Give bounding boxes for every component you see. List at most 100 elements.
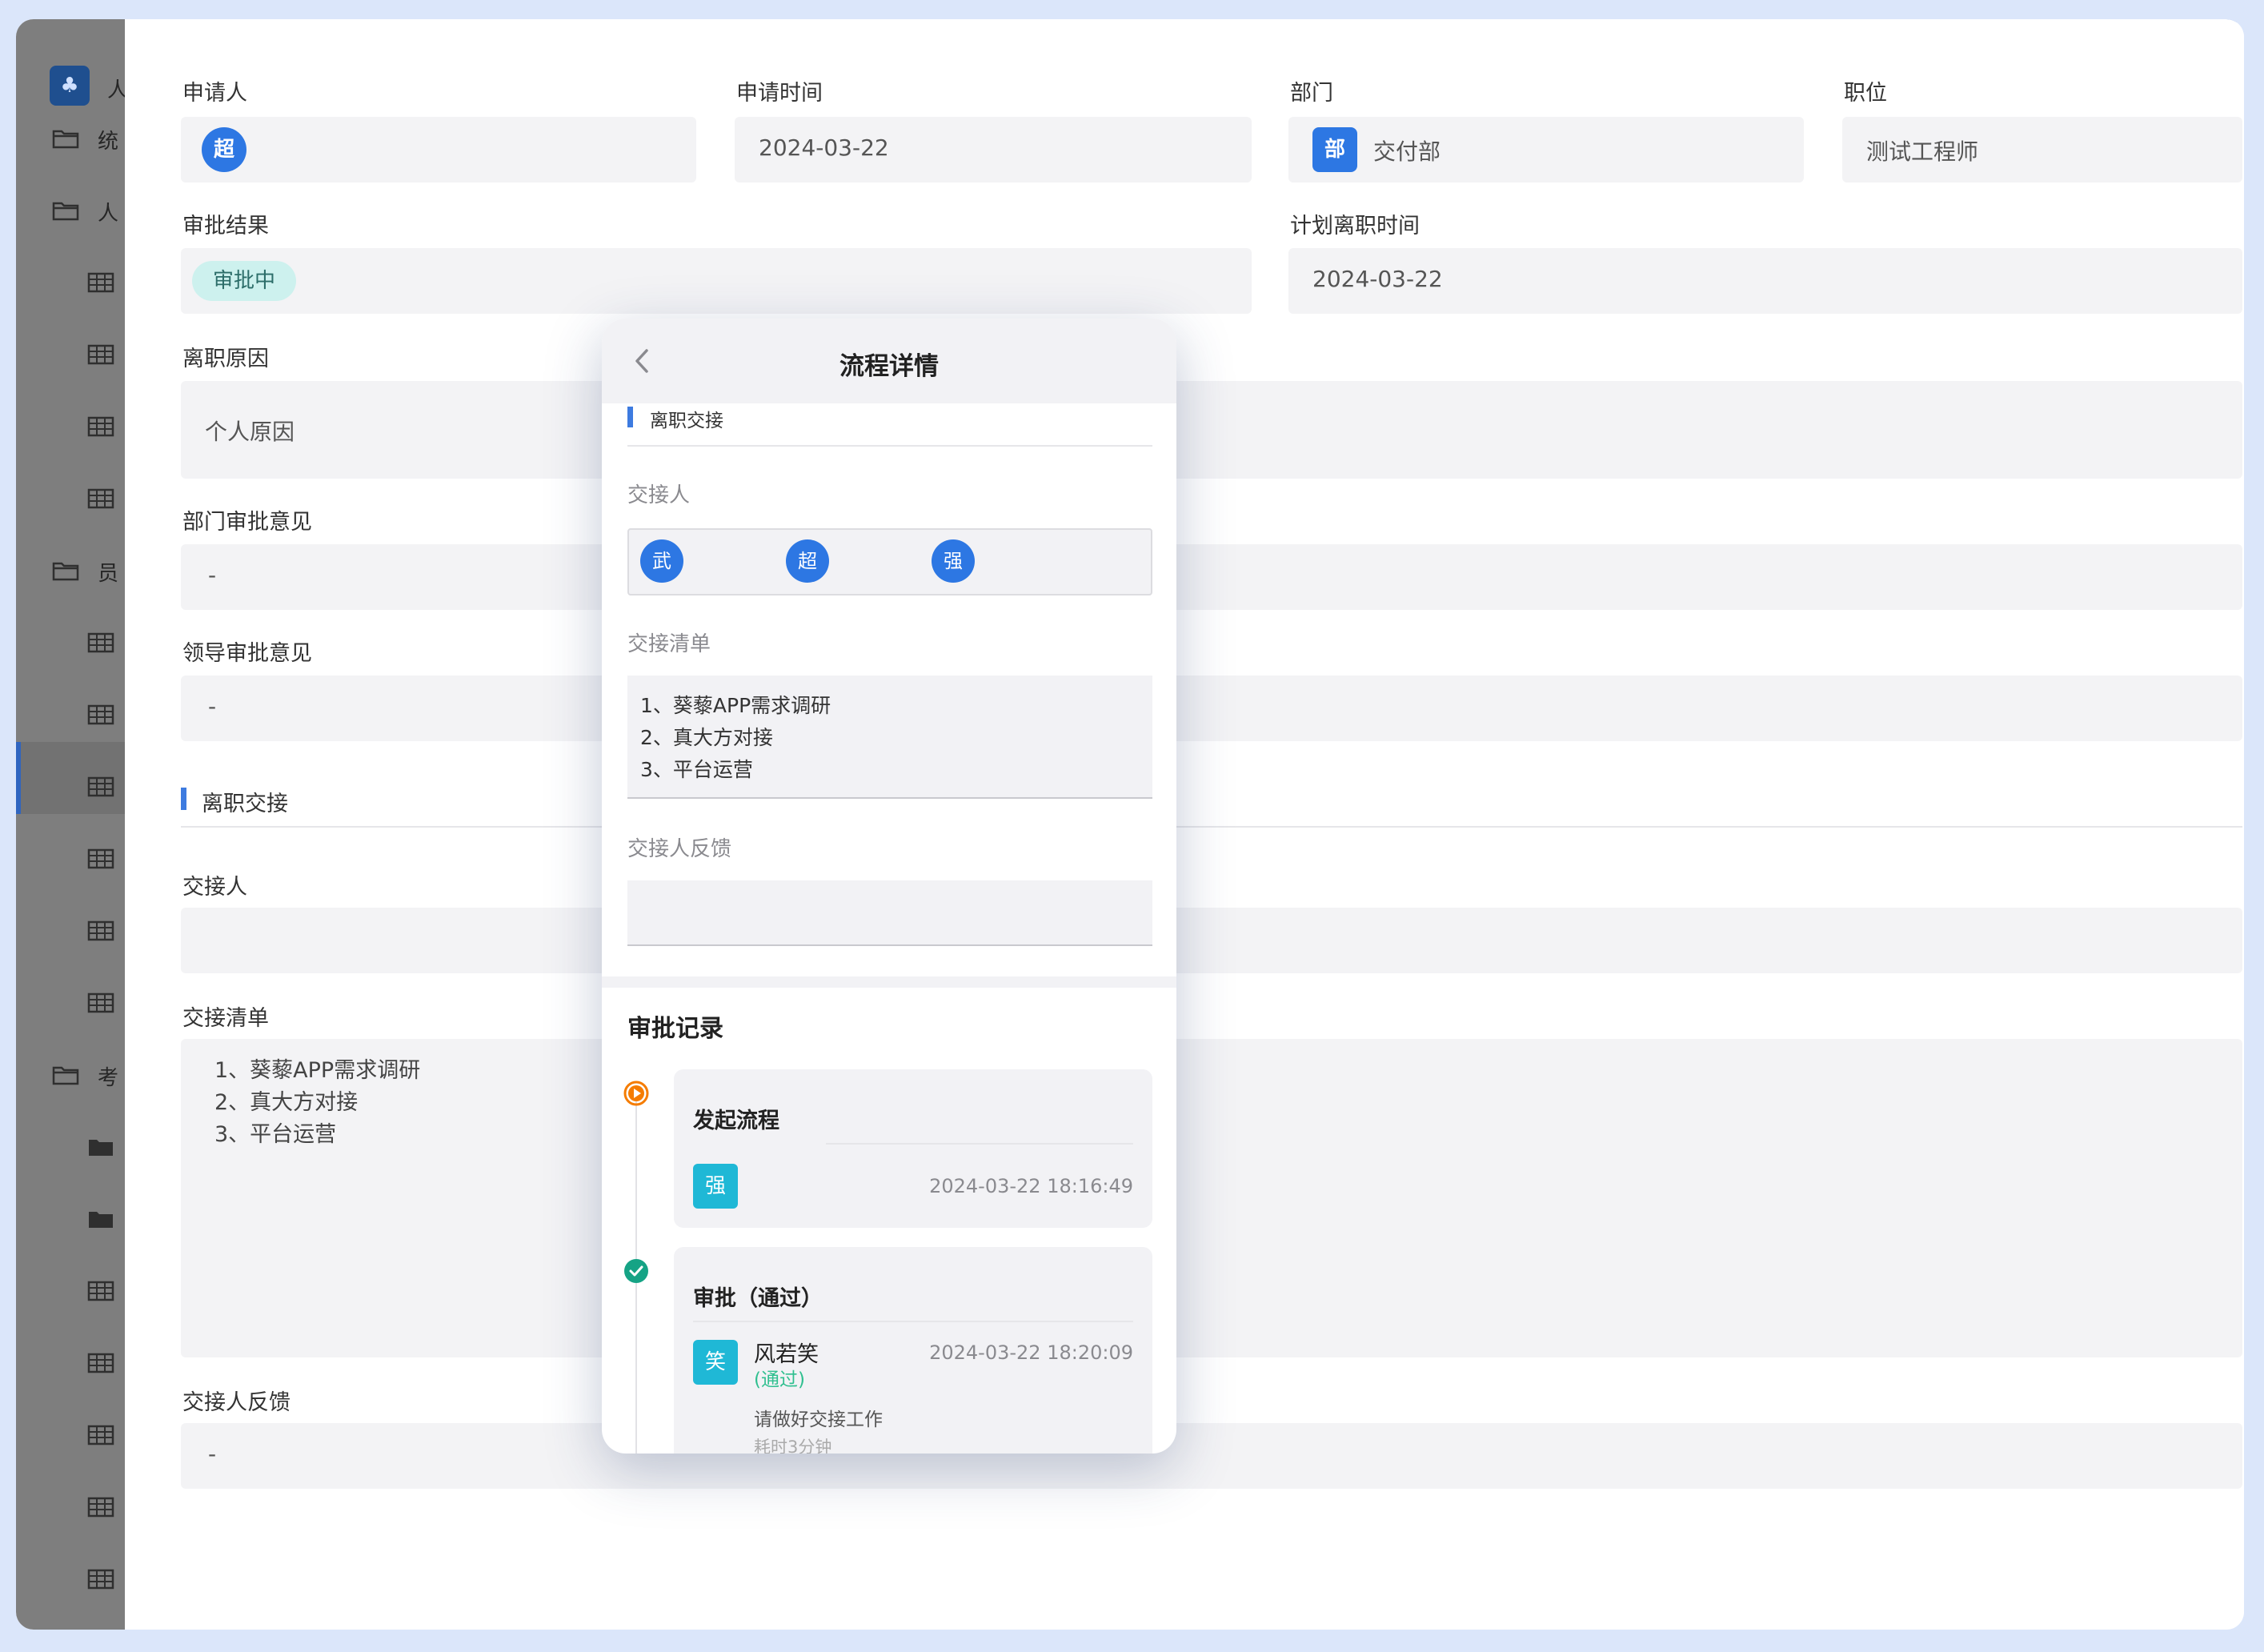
table-icon [87, 1281, 114, 1301]
apply-time-field[interactable]: 2024-03-22 [735, 117, 1252, 182]
applicant-label: 申请人 [182, 81, 247, 106]
modal-handover-person-label: 交接人 [627, 483, 691, 507]
table-icon [87, 488, 114, 509]
folder-icon [52, 200, 79, 221]
apply-time-value: 2024-03-22 [759, 134, 889, 161]
records-title: 审批记录 [627, 1015, 723, 1043]
sidebar-item[interactable] [16, 1417, 125, 1454]
leader-opinion-label: 领导审批意见 [182, 641, 312, 666]
dept-opinion-field[interactable]: - [181, 544, 2242, 610]
sidebar: ♣ 人 统人员考 [16, 19, 128, 1630]
modal-handover-list-text: 1、葵藜APP需求调研 2、真大方对接 3、平台运营 [640, 690, 831, 786]
feedback-label: 交接人反馈 [182, 1390, 291, 1415]
position-value: 测试工程师 [1866, 138, 1979, 165]
table-icon [87, 1569, 114, 1590]
feedback-field[interactable]: - [181, 1423, 2242, 1489]
sidebar-item[interactable] [16, 480, 125, 517]
sidebar-item[interactable] [16, 984, 125, 1021]
handover-avatar: 超 [786, 539, 829, 583]
sidebar-item[interactable]: 人 [16, 192, 125, 229]
sidebar-item[interactable]: 统 [16, 120, 125, 157]
table-icon [87, 920, 114, 941]
sidebar-item-label: 人 [98, 202, 119, 226]
modal-feedback-field[interactable] [627, 880, 1152, 946]
sidebar-item[interactable] [16, 264, 125, 301]
record-card: 发起流程 强 2024-03-22 18:16:49 [674, 1069, 1152, 1228]
handover-list-field[interactable]: 1、葵藜APP需求调研 2、真大方对接 3、平台运营 [181, 1039, 2242, 1357]
reason-label: 离职原因 [182, 347, 269, 371]
sidebar-item-label: 统 [98, 130, 119, 154]
record-avatar: 笑 [693, 1340, 738, 1385]
sidebar-item[interactable] [16, 840, 125, 877]
record-title: 发起流程 [693, 1109, 779, 1133]
table-icon [87, 992, 114, 1013]
sidebar-item[interactable]: 员 [16, 552, 125, 589]
reason-value: 个人原因 [205, 419, 295, 445]
record-avatar: 强 [693, 1164, 738, 1209]
sidebar-item[interactable] [16, 1273, 125, 1309]
modal-handover-list-line: 1、葵藜APP需求调研 [640, 694, 831, 717]
handover-person-field[interactable] [181, 908, 2242, 973]
sidebar-item-app-title[interactable]: 人 [16, 69, 128, 106]
table-icon [87, 416, 114, 437]
handover-list-label: 交接清单 [182, 1006, 269, 1031]
sidebar-item[interactable] [16, 1129, 125, 1165]
sidebar-item[interactable]: 考 [16, 1057, 125, 1093]
position-field[interactable]: 测试工程师 [1842, 117, 2242, 182]
section-bar [181, 788, 186, 810]
table-icon [87, 1353, 114, 1373]
table-icon [87, 776, 114, 797]
record-title: 审批（通过） [693, 1286, 823, 1311]
sidebar-item[interactable] [16, 1201, 125, 1237]
plan-time-field[interactable]: 2024-03-22 [1288, 248, 2242, 314]
table-icon [87, 1425, 114, 1446]
record-divider [693, 1321, 1133, 1322]
sidebar-item[interactable] [16, 1561, 125, 1598]
sidebar-item-label: 考 [98, 1066, 119, 1090]
section-divider [181, 826, 2242, 828]
modal-handover-list-field[interactable]: 1、葵藜APP需求调研 2、真大方对接 3、平台运营 [627, 676, 1152, 799]
position-label: 职位 [1844, 81, 1887, 106]
result-label: 审批结果 [182, 214, 269, 239]
modal-header: 流程详情 [602, 319, 1176, 403]
modal-separator [602, 976, 1176, 988]
sidebar-item[interactable] [16, 912, 125, 949]
main-form: 申请人 超 申请时间 2024-03-22 部门 部 交付部 职位 测试工程师 … [125, 19, 2244, 1630]
table-icon [87, 848, 114, 869]
table-icon [87, 704, 114, 725]
section-title: 离职交接 [202, 792, 288, 816]
record-status: (通过) [754, 1369, 805, 1390]
sidebar-item[interactable] [16, 1345, 125, 1381]
result-field: 审批中 [181, 248, 1252, 314]
leader-opinion-field[interactable]: - [181, 676, 2242, 741]
folder-icon [52, 128, 79, 149]
dept-label: 部门 [1290, 81, 1333, 106]
process-detail-modal: 流程详情 离职交接 交接人 武 超 强 交接清单 1、葵藜APP需求调研 2、真… [602, 319, 1176, 1454]
handover-list-text: 1、葵藜APP需求调研 2、真大方对接 3、平台运营 [214, 1055, 420, 1151]
modal-section-bar [627, 407, 633, 427]
sidebar-item[interactable] [16, 336, 125, 373]
applicant-avatar: 超 [202, 127, 246, 172]
sidebar-item[interactable] [16, 1489, 125, 1526]
dept-field[interactable]: 部 交付部 [1288, 117, 1804, 182]
folder-icon [52, 560, 79, 581]
modal-handover-person-field[interactable]: 武 超 强 [627, 528, 1152, 595]
sidebar-item[interactable] [16, 624, 125, 661]
record-time: 2024-03-22 18:20:09 [929, 1341, 1133, 1364]
sidebar-item[interactable] [16, 768, 125, 805]
handover-list-line: 3、平台运营 [214, 1122, 337, 1147]
handover-list-line: 2、真大方对接 [214, 1090, 359, 1115]
reason-field[interactable]: 个人原因 [181, 381, 2242, 479]
applicant-field[interactable]: 超 [181, 117, 696, 182]
table-icon [87, 344, 114, 365]
handover-list-line: 1、葵藜APP需求调研 [214, 1058, 421, 1083]
modal-feedback-label: 交接人反馈 [627, 837, 732, 861]
record-duration: 耗时3分钟 [754, 1437, 832, 1454]
sidebar-item[interactable] [16, 696, 125, 733]
record-comment: 请做好交接工作 [754, 1409, 883, 1430]
sidebar-item[interactable] [16, 408, 125, 445]
dept-value: 交付部 [1373, 138, 1441, 165]
dept-opinion-label: 部门审批意见 [182, 510, 312, 535]
modal-section-divider [627, 445, 1152, 447]
plan-time-label: 计划离职时间 [1290, 214, 1420, 239]
